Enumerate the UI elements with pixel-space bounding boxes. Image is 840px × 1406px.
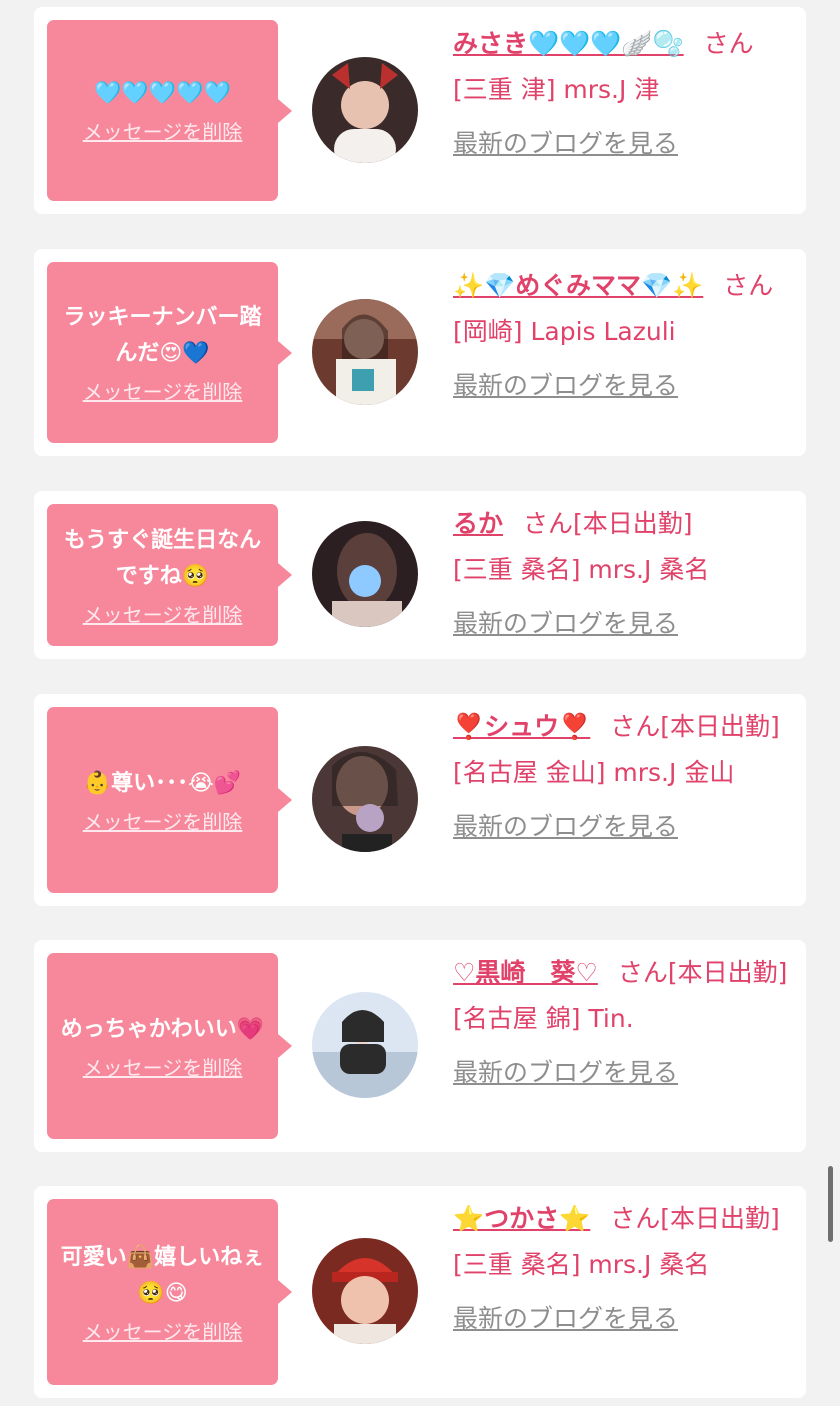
status-text: [本日出勤] [660,1204,780,1233]
latest-blog-link[interactable]: 最新のブログを見る [453,804,793,850]
delete-message-link[interactable]: メッセージを削除 [83,1316,243,1345]
cast-name-link[interactable]: ♡黒崎 葵♡ [453,958,598,987]
avatar-image [312,992,418,1098]
name-line: ❣️シュウ❣️ さん[本日出勤] [453,704,793,750]
message-text: 🩵🩵🩵🩵🩵 [94,81,231,106]
honorific: さん [610,1204,661,1233]
cast-name-link[interactable]: ⭐️つかさ⭐️ [453,1204,590,1233]
status-text: [本日出勤] [573,509,693,538]
honorific: さん [523,509,574,538]
latest-blog-link[interactable]: 最新のブログを見る [453,1296,793,1342]
latest-blog-link[interactable]: 最新のブログを見る [453,1050,793,1096]
message-bubble: 可愛い👜嬉しいねぇ🥺😋 メッセージを削除 [47,1199,278,1385]
message-card: ラッキーナンバー踏んだ😍💙 メッセージを削除 ✨💎めぐみママ💎✨ さん [岡崎] … [34,249,806,456]
message-card: もうすぐ誕生日なんですね🥺 メッセージを削除 るか さん[本日出勤] [三重 桑名… [34,491,806,659]
profile-info: みさき🩵🩵🩵🪽🫧 さん [三重 津] mrs.J 津 最新のブログを見る [453,21,793,167]
delete-message-link[interactable]: メッセージを削除 [83,376,243,405]
delete-message-link[interactable]: メッセージを削除 [83,806,243,835]
avatar-image [312,299,418,405]
avatar-image [312,1238,418,1344]
name-line: ♡黒崎 葵♡ さん[本日出勤] [453,950,793,996]
avatar-image [312,57,418,163]
avatar-image [312,521,418,627]
profile-info: ✨💎めぐみママ💎✨ さん [岡崎] Lapis Lazuli 最新のブログを見る [453,263,793,409]
honorific: さん [703,29,754,58]
avatar[interactable] [312,521,418,627]
message-card: めっちゃかわいい💗 メッセージを削除 ♡黒崎 葵♡ さん[本日出勤] [名古屋 錦… [34,940,806,1152]
message-card: 可愛い👜嬉しいねぇ🥺😋 メッセージを削除 ⭐️つかさ⭐️ さん[本日出勤] [三重… [34,1186,806,1398]
cast-name-link[interactable]: るか [453,509,503,538]
scrollbar[interactable] [828,1166,833,1242]
message-text: もうすぐ誕生日なんですね🥺 [63,527,262,589]
avatar[interactable] [312,992,418,1098]
status-text: [本日出勤] [667,958,788,987]
message-card: 🩵🩵🩵🩵🩵 メッセージを削除 みさき🩵🩵🩵🪽🫧 さん [三重 津] mrs.J 津… [34,7,806,214]
profile-info: るか さん[本日出勤] [三重 桑名] mrs.J 桑名 最新のブログを見る [453,501,793,647]
honorific: さん [610,712,661,741]
cast-name-link[interactable]: ✨💎めぐみママ💎✨ [453,271,703,300]
avatar[interactable] [312,1238,418,1344]
shop-name: [名古屋 金山] mrs.J 金山 [453,758,735,787]
message-text: ラッキーナンバー踏んだ😍💙 [63,305,262,366]
name-line: ⭐️つかさ⭐️ さん[本日出勤] [453,1196,793,1242]
avatar[interactable] [312,57,418,163]
message-text: 👶尊い･･･😭💕 [83,770,242,796]
shop-name: [三重 桑名] mrs.J 桑名 [453,1250,710,1279]
name-line: ✨💎めぐみママ💎✨ さん [453,263,793,309]
latest-blog-link[interactable]: 最新のブログを見る [453,363,793,409]
avatar[interactable] [312,746,418,852]
profile-info: ❣️シュウ❣️ さん[本日出勤] [名古屋 金山] mrs.J 金山 最新のブログ… [453,704,793,850]
profile-info: ⭐️つかさ⭐️ さん[本日出勤] [三重 桑名] mrs.J 桑名 最新のブログを… [453,1196,793,1342]
cast-name-link[interactable]: みさき🩵🩵🩵🪽🫧 [453,29,684,58]
avatar-image [312,746,418,852]
avatar[interactable] [312,299,418,405]
shop-name: [名古屋 錦] Tin. [453,1004,634,1033]
name-line: みさき🩵🩵🩵🪽🫧 さん [453,21,793,67]
shop-name: [岡崎] Lapis Lazuli [453,317,676,346]
cast-name-link[interactable]: ❣️シュウ❣️ [453,712,590,741]
delete-message-link[interactable]: メッセージを削除 [83,599,243,628]
message-bubble: ラッキーナンバー踏んだ😍💙 メッセージを削除 [47,262,278,443]
profile-info: ♡黒崎 葵♡ さん[本日出勤] [名古屋 錦] Tin. 最新のブログを見る [453,950,793,1096]
message-bubble: めっちゃかわいい💗 メッセージを削除 [47,953,278,1139]
message-text: めっちゃかわいい💗 [60,1016,265,1042]
message-bubble: もうすぐ誕生日なんですね🥺 メッセージを削除 [47,504,278,646]
message-card: 👶尊い･･･😭💕 メッセージを削除 ❣️シュウ❣️ さん[本日出勤] [名古屋 金… [34,694,806,906]
honorific: さん [617,958,668,987]
status-text: [本日出勤] [660,712,780,741]
message-text: 可愛い👜嬉しいねぇ🥺😋 [60,1244,265,1306]
message-bubble: 👶尊い･･･😭💕 メッセージを削除 [47,707,278,893]
latest-blog-link[interactable]: 最新のブログを見る [453,121,793,167]
honorific: さん [723,271,774,300]
shop-name: [三重 桑名] mrs.J 桑名 [453,555,710,584]
delete-message-link[interactable]: メッセージを削除 [83,116,243,145]
latest-blog-link[interactable]: 最新のブログを見る [453,601,793,647]
shop-name: [三重 津] mrs.J 津 [453,75,660,104]
message-bubble: 🩵🩵🩵🩵🩵 メッセージを削除 [47,20,278,201]
name-line: るか さん[本日出勤] [453,501,793,547]
delete-message-link[interactable]: メッセージを削除 [83,1052,243,1081]
